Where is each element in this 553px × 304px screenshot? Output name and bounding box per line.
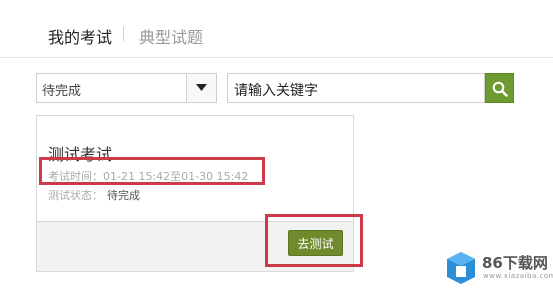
- exam-status-value: 待完成: [107, 189, 140, 202]
- exam-status-label: 测试状态：: [48, 189, 103, 202]
- status-select-value: 待完成: [42, 84, 82, 99]
- tab-divider: [123, 26, 124, 41]
- select-toggle[interactable]: [186, 74, 216, 102]
- watermark-url: www.xiazaiba.com: [483, 272, 553, 280]
- search-button[interactable]: [485, 73, 514, 103]
- caret-down-icon: [196, 84, 207, 91]
- search-icon: [492, 81, 508, 97]
- status-select[interactable]: 待完成: [36, 73, 217, 103]
- tab-bar: 我的考试 典型试题: [0, 0, 553, 58]
- button-highlight-box: [265, 214, 363, 267]
- search-input[interactable]: 请输入关键字: [227, 73, 485, 103]
- search-placeholder: 请输入关键字: [234, 83, 318, 99]
- tab-my-exams[interactable]: 我的考试: [48, 24, 112, 48]
- time-highlight-box: [39, 157, 265, 185]
- tab-typical-questions[interactable]: 典型试题: [139, 24, 203, 48]
- box-logo-icon: [447, 252, 475, 284]
- watermark-text: 86下载网: [482, 254, 548, 272]
- exam-status-row: 测试状态： 待完成: [48, 187, 140, 203]
